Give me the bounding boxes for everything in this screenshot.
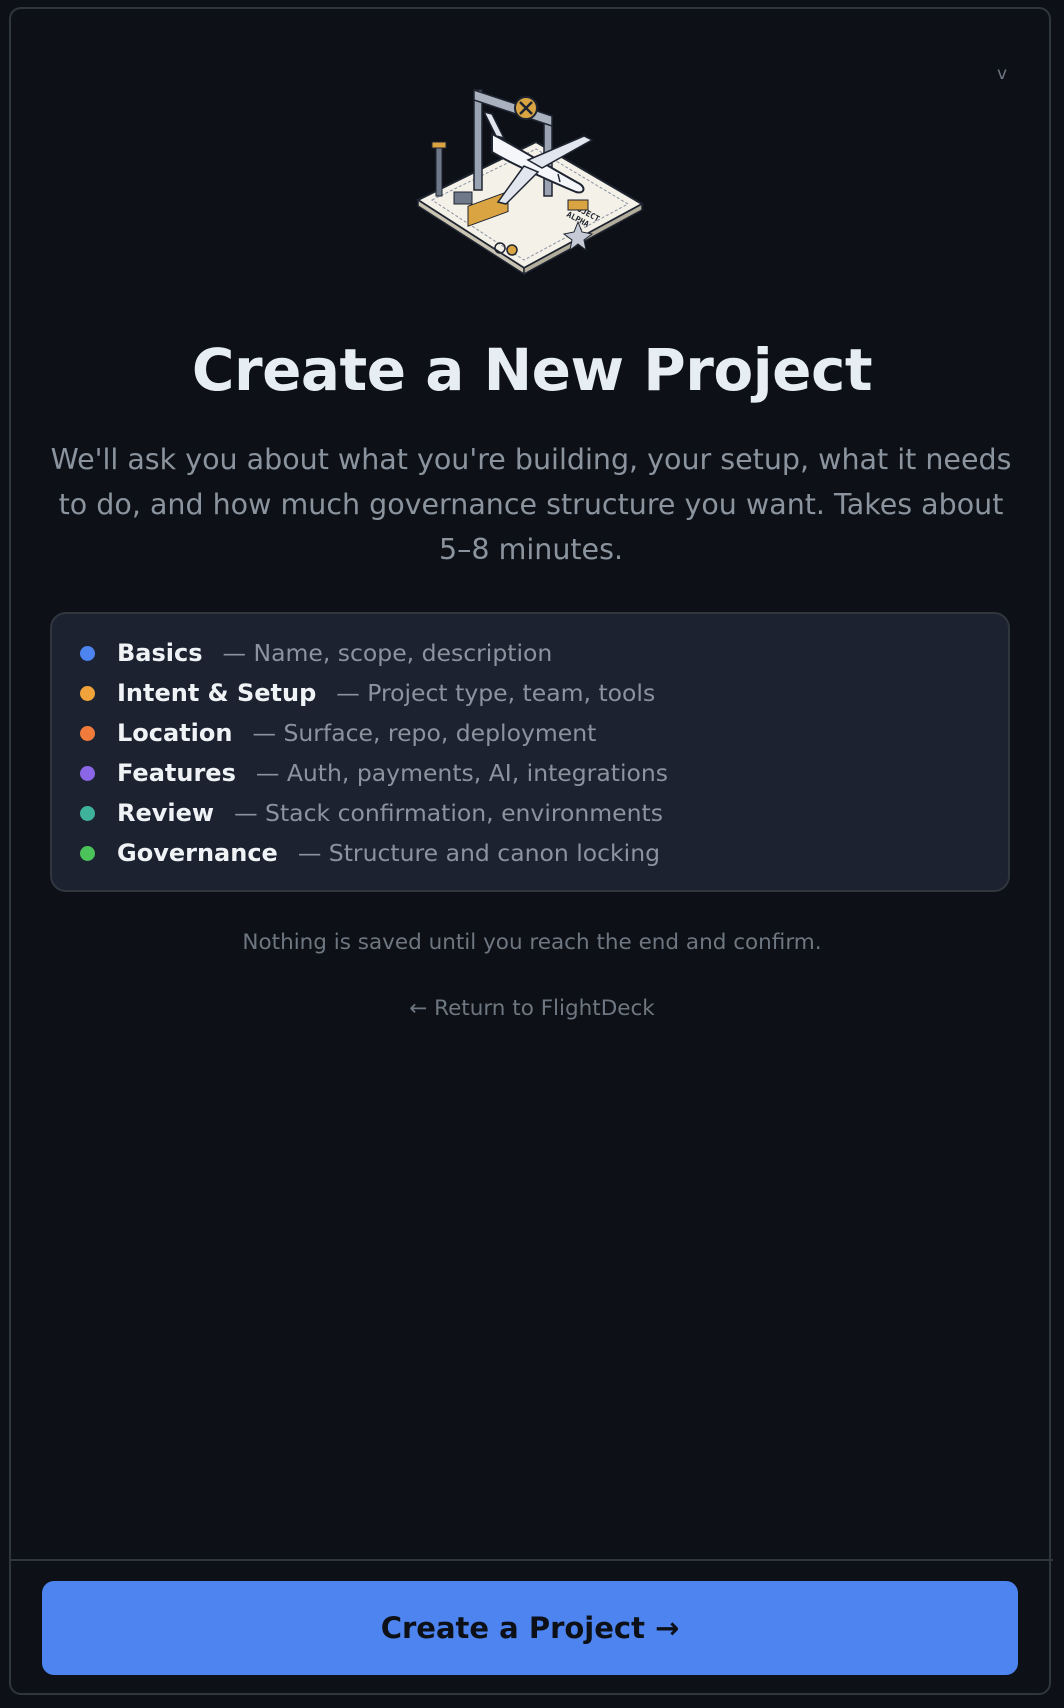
step-description: — Project type, team, tools [336,679,656,707]
step-description: — Surface, repo, deployment [252,719,597,747]
step-name: Intent & Setup [117,679,317,707]
step-description: — Name, scope, description [222,639,553,667]
step-item-location: Location — Surface, repo, deployment [80,713,1008,753]
step-description: — Structure and canon locking [297,839,661,867]
step-dot-icon [80,645,95,661]
step-name: Features [117,759,236,787]
step-item-intent-setup: Intent & Setup — Project type, team, too… [80,673,1008,713]
step-dot-icon [80,685,95,701]
step-item-review: Review — Stack confirmation, environment… [80,793,1008,833]
step-name: Location [117,719,233,747]
collapse-chevron-icon[interactable]: v [992,62,1012,86]
step-dot-icon [80,725,95,741]
step-name: Governance [117,839,278,867]
step-description: — Stack confirmation, environments [234,799,663,827]
page-title: Create a New Project [191,336,873,404]
footer-divider [11,1559,1053,1561]
return-to-flightdeck-link[interactable]: ← Return to FlightDeck [0,996,1064,1021]
step-item-governance: Governance — Structure and canon locking [80,833,1008,873]
wizard-steps-card: Basics — Name, scope, description Intent… [50,612,1010,892]
create-project-label: Create a Project [380,1611,645,1645]
arrow-right-icon: → [654,1611,680,1645]
arrow-left-icon: ← [409,996,428,1021]
step-dot-icon [80,805,95,821]
step-dot-icon [80,845,95,861]
page-subtitle: We'll ask you about what you're building… [50,443,1012,566]
step-name: Review [117,799,215,827]
step-item-basics: Basics — Name, scope, description [80,633,1008,673]
create-project-button[interactable]: Create a Project → [42,1581,1018,1675]
step-name: Basics [117,639,203,667]
step-dot-icon [80,765,95,781]
step-item-features: Features — Auth, payments, AI, integrati… [80,753,1008,793]
step-description: — Auth, payments, AI, integrations [255,759,668,787]
airplane-blueprint-illustration: PROJECT ALPHA [415,88,645,276]
return-link-label: Return to FlightDeck [434,996,655,1021]
save-notice: Nothing is saved until you reach the end… [242,930,822,955]
